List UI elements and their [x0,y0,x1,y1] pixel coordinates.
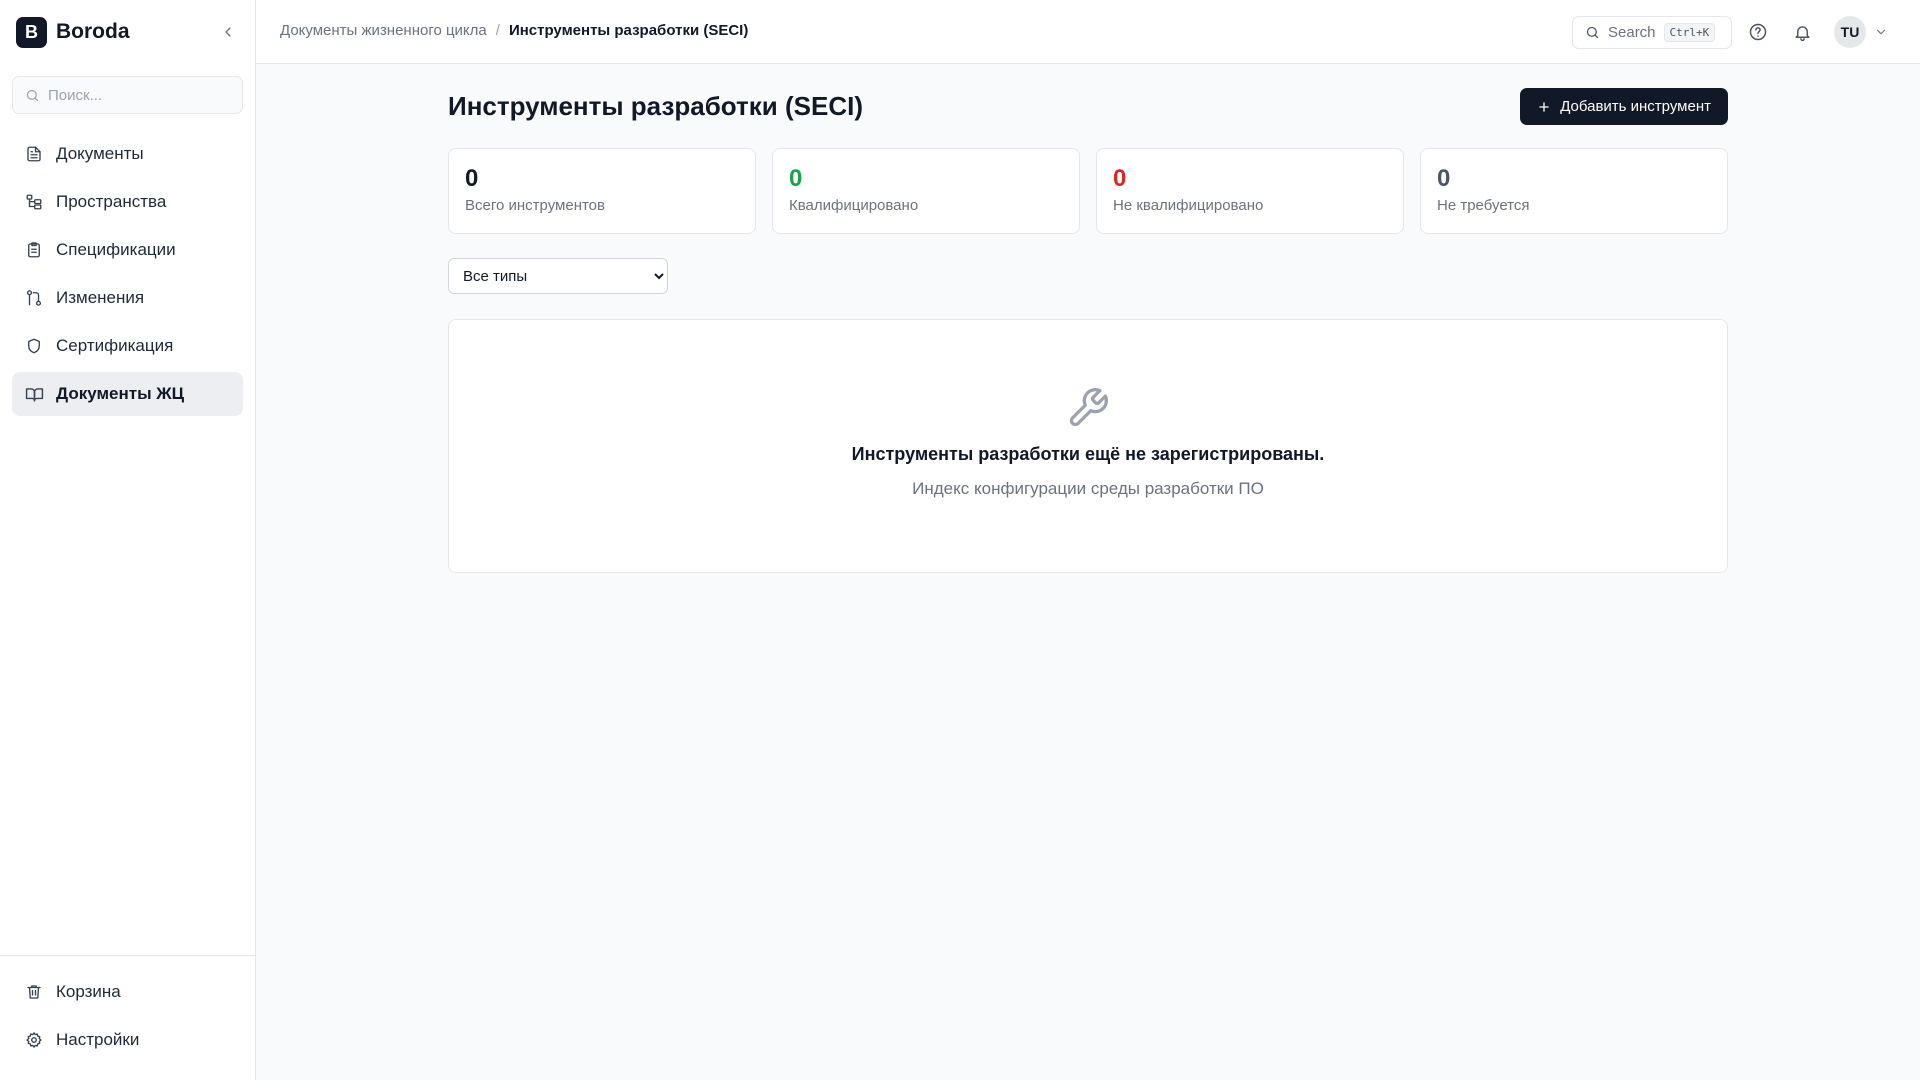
brand-logo[interactable]: B [16,16,47,48]
sidebar-nav: Документы Пространства Спецификации Изме… [12,132,243,420]
stat-value: 0 [789,165,803,192]
global-search-label: Search [1608,24,1656,41]
file-text-icon [24,144,44,164]
stat-card-not-qualified: 0 Не квалифицировано [1096,148,1404,234]
sidebar-item-changes[interactable]: Изменения [12,276,243,320]
chevron-down-icon [1874,25,1888,39]
sidebar-item-label: Корзина [56,982,121,1001]
sidebar-bottom: Корзина Настройки [0,955,256,1066]
sidebar-item-label: Спецификации [56,240,176,259]
breadcrumb-separator: / [495,22,500,39]
stat-label: Не требуется [1437,197,1530,214]
sidebar-item-label: Документы [56,144,144,163]
wrench-icon [1066,386,1110,430]
bell-icon [1794,25,1810,41]
sidebar-item-label: Изменения [56,288,145,307]
shield-icon [24,336,44,356]
stat-card-qualified: 0 Квалифицировано [772,148,1080,234]
sidebar-item-spaces[interactable]: Пространства [12,180,243,224]
stat-label: Всего инструментов [465,197,605,214]
stat-label: Не квалифицировано [1113,197,1264,214]
search-icon [1586,26,1599,39]
sidebar-item-lifecycle-docs[interactable]: Документы ЖЦ [12,372,243,416]
add-tool-button-label: Добавить инструмент [1560,98,1711,115]
gear-icon [24,1030,44,1050]
empty-state-title: Инструменты разработки ещё не зарегистри… [851,444,1325,464]
book-open-icon [24,384,44,404]
notifications-button[interactable] [1790,20,1814,44]
git-pull-request-icon [24,288,44,308]
breadcrumb-link-lifecycle-docs[interactable]: Документы жизненного цикла [280,22,487,39]
sidebar-search [12,76,243,114]
add-tool-button[interactable]: Добавить инструмент [1520,88,1728,125]
plus-icon [1537,100,1551,114]
sidebar-item-trash[interactable]: Корзина [12,970,244,1014]
brand-name[interactable]: Boroda [56,20,130,44]
stat-value: 0 [1437,165,1451,192]
search-shortcut-hint: Ctrl+K [1663,23,1716,42]
type-filter-select[interactable]: Все типы [448,258,668,294]
trash-icon [24,982,44,1002]
global-search-button[interactable]: Search Ctrl+K [1572,16,1732,49]
stats-row: 0 Всего инструментов 0 Квалифицировано 0… [448,148,1728,234]
stat-card-not-required: 0 Не требуется [1420,148,1728,234]
sidebar-item-documents[interactable]: Документы [12,132,243,176]
avatar: TU [1834,16,1866,48]
sidebar: B Boroda Документы Пространства Специфик… [0,0,256,1080]
page-header: Инструменты разработки (SECI) Добавить и… [448,88,1728,126]
stat-card-total: 0 Всего инструментов [448,148,756,234]
sidebar-item-label: Настройки [56,1030,140,1049]
breadcrumb-current: Инструменты разработки (SECI) [508,22,749,39]
sidebar-item-certification[interactable]: Сертификация [12,324,243,368]
sidebar-item-label: Документы ЖЦ [56,384,185,403]
brand: B Boroda [16,16,240,48]
stat-label: Квалифицировано [789,197,919,214]
chevron-left-icon [225,27,231,37]
stat-value: 0 [1113,165,1127,192]
search-icon [26,89,39,101]
empty-state-subtitle: Индекс конфигурации среды разработки ПО [912,479,1264,498]
clipboard-icon [24,240,44,260]
collapse-sidebar-button[interactable] [216,20,240,44]
help-circle-icon [1749,23,1767,41]
sidebar-item-label: Пространства [56,192,167,211]
breadcrumb: Документы жизненного цикла / Инструменты… [280,22,748,39]
sidebar-item-specifications[interactable]: Спецификации [12,228,243,272]
stat-value: 0 [465,165,479,192]
sidebar-search-input[interactable] [48,86,228,104]
folder-tree-icon [24,192,44,212]
page-title: Инструменты разработки (SECI) [448,91,863,121]
help-button[interactable] [1746,20,1770,44]
sidebar-item-settings[interactable]: Настройки [12,1018,244,1062]
top-bar: Документы жизненного цикла / Инструменты… [256,0,1920,64]
sidebar-item-label: Сертификация [56,336,174,355]
empty-state: Инструменты разработки ещё не зарегистри… [448,319,1728,573]
user-menu-button[interactable]: TU [1834,16,1888,48]
